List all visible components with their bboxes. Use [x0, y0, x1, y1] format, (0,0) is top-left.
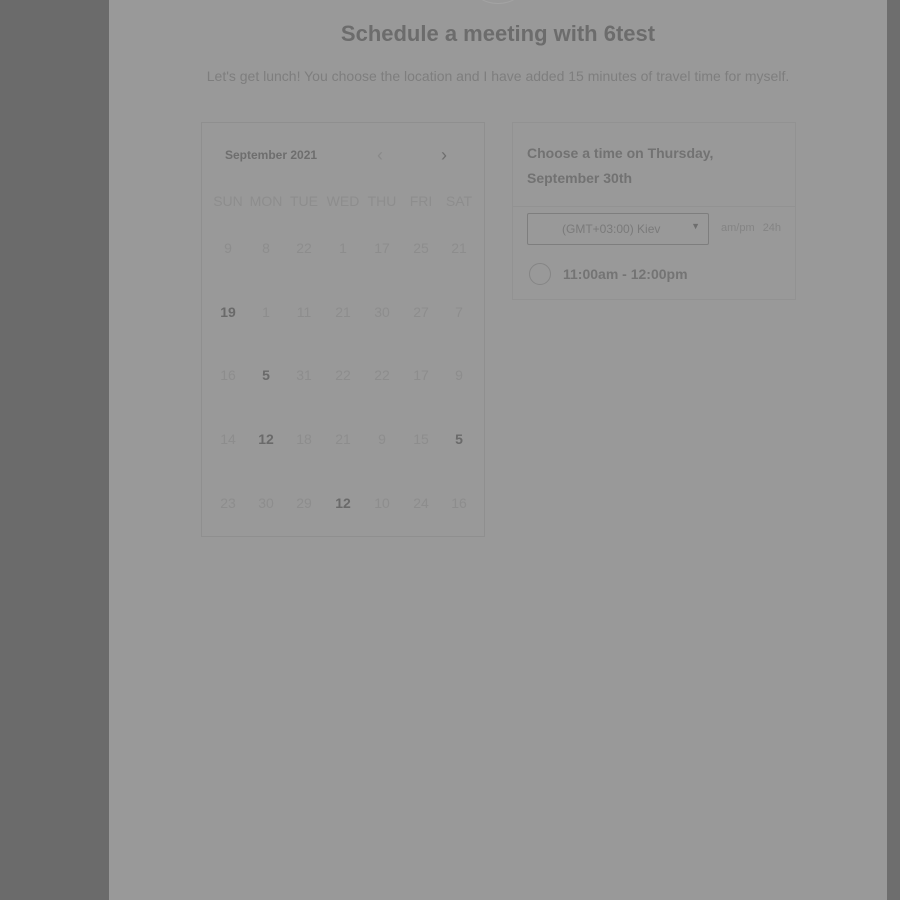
calendar-day: 25	[413, 240, 429, 256]
timezone-select[interactable]: (GMT+03:00) Kiev ▼	[527, 213, 709, 245]
calendar-day: 11	[296, 303, 312, 320]
host-avatar	[473, 0, 523, 4]
calendar: September 2021 ‹ › SUN MON TUE WED THU FRI SAT…	[201, 122, 485, 537]
calendar-day: 9	[378, 431, 386, 448]
scrollbar-track[interactable]	[887, 0, 900, 900]
calendar-day: 23	[220, 494, 236, 511]
calendar-day: 18	[296, 431, 312, 448]
calendar-day: 15	[413, 431, 429, 448]
calendar-day: 7	[455, 303, 463, 320]
calendar-day: 21	[335, 303, 351, 320]
weekday-wed: WED	[326, 193, 360, 209]
calendar-day: 16	[220, 367, 236, 384]
calendar-day: 9	[455, 367, 463, 384]
booking-page: Schedule a meeting with 6test Let's get …	[109, 0, 887, 900]
calendar-day: 29	[296, 494, 312, 511]
calendar-day: 17	[374, 240, 390, 256]
calendar-day[interactable]: 12	[247, 431, 285, 447]
calendar-day: 8	[262, 240, 270, 256]
time-format-toggle: am/pm 24h	[721, 222, 786, 234]
next-month-icon[interactable]: ›	[441, 145, 447, 166]
weekday-sat: SAT	[445, 193, 473, 209]
radio-icon[interactable]	[529, 263, 551, 285]
time-heading: Choose a time on Thursday, September 30t…	[513, 123, 795, 207]
weekday-mon: MON	[249, 193, 283, 209]
weekday-sun: SUN	[213, 193, 243, 209]
calendar-day[interactable]: 19	[209, 304, 247, 320]
time-panel: Choose a time on Thursday, September 30t…	[512, 122, 796, 300]
calendar-day: 27	[413, 303, 429, 320]
calendar-day: 10	[374, 494, 390, 511]
weekday-fri: FRI	[409, 193, 433, 209]
calendar-day: 1	[262, 303, 270, 320]
calendar-day[interactable]: 5	[247, 367, 285, 383]
timezone-value: (GMT+03:00) Kiev	[562, 222, 661, 236]
format-ampm[interactable]: am/pm	[721, 222, 755, 234]
calendar-day: 24	[413, 494, 429, 511]
calendar-day: 30	[258, 494, 274, 511]
calendar-day: 16	[451, 494, 467, 511]
calendar-day: 22	[374, 367, 390, 384]
calendar-day: 31	[296, 367, 312, 384]
chevron-down-icon: ▼	[691, 221, 700, 231]
weekday-thu: THU	[367, 193, 397, 209]
prev-month-icon[interactable]: ‹	[377, 145, 383, 166]
calendar-day: 21	[451, 240, 467, 256]
calendar-day[interactable]: 5	[440, 431, 478, 447]
format-24h[interactable]: 24h	[763, 222, 781, 234]
calendar-day: 22	[296, 240, 312, 256]
calendar-day: 17	[413, 367, 429, 384]
page-title: Schedule a meeting with 6test	[340, 21, 656, 46]
calendar-day: 9	[224, 240, 232, 256]
calendar-day: 14	[220, 431, 236, 448]
month-label: September 2021	[225, 148, 318, 162]
calendar-day[interactable]: 12	[324, 495, 362, 511]
time-slot[interactable]: 11:00am - 12:00pm	[529, 263, 688, 285]
calendar-day: 1	[339, 240, 347, 256]
calendar-day: 21	[335, 431, 351, 448]
calendar-day: 22	[335, 367, 351, 384]
time-slot-label: 11:00am - 12:00pm	[563, 266, 688, 282]
page-description: Let's get lunch! You choose the location…	[206, 68, 790, 84]
weekday-tue: TUE	[290, 193, 318, 209]
calendar-day: 30	[374, 303, 390, 320]
